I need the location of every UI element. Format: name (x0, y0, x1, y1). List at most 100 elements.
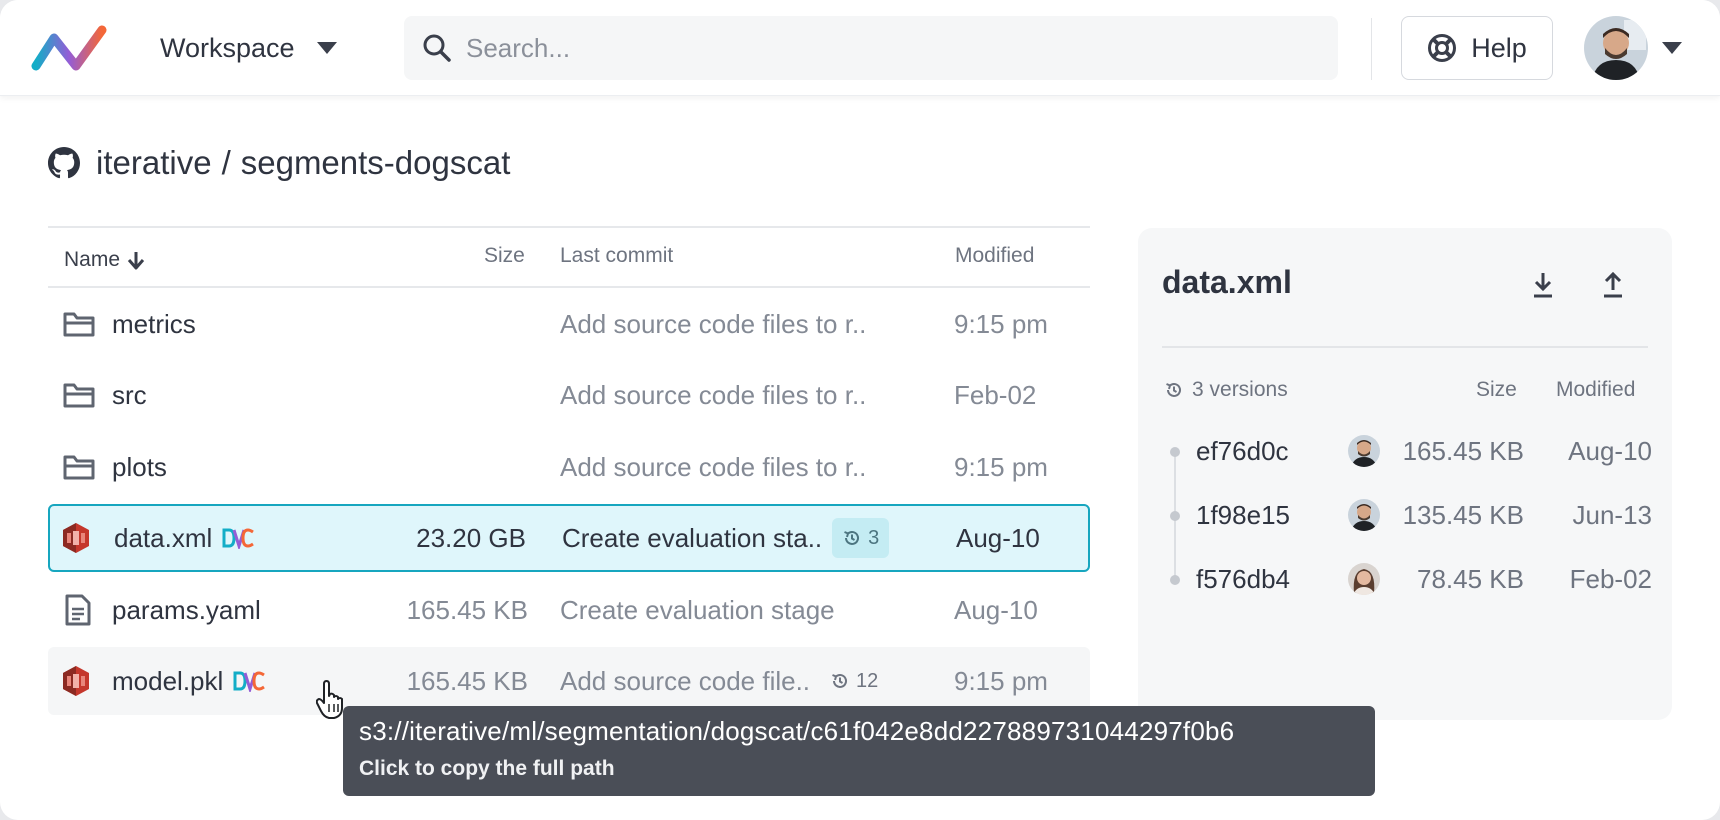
versions-label: 3 versions (1192, 378, 1288, 401)
workspace-label: Workspace (160, 32, 295, 63)
column-header-modified[interactable]: Modified (955, 244, 1034, 268)
commit-cell: Add source code file.. 12 (560, 647, 878, 715)
version-row[interactable]: 1f98e15 135.45 KB Jun-13 (1162, 494, 1652, 538)
top-header: Workspace Help (0, 0, 1720, 96)
aws-s3-icon (63, 666, 89, 696)
help-button[interactable]: Help (1401, 16, 1553, 80)
folder-icon (63, 312, 95, 337)
commit-message: Create evaluation stage (560, 594, 835, 625)
version-size: 135.45 KB (1402, 500, 1524, 530)
file-name-cell: model.pkl (112, 647, 266, 715)
file-size: 165.45 KB (406, 665, 528, 696)
version-size: 165.45 KB (1402, 436, 1524, 466)
repo-separator: / (221, 144, 231, 181)
github-icon (48, 147, 80, 179)
document-icon (65, 594, 91, 626)
version-hash[interactable]: 1f98e15 (1196, 500, 1290, 531)
app-window: Workspace Help (0, 0, 1720, 820)
versions-modified-header: Modified (1556, 378, 1636, 401)
tooltip-hint: Click to copy the full path (359, 757, 615, 780)
modified-date: 9:15 pm (954, 308, 1048, 339)
folder-icon-cell (62, 361, 96, 429)
search-bar[interactable] (404, 16, 1338, 80)
upload-icon[interactable] (1600, 270, 1626, 300)
file-details-panel: data.xml 3 versions Size Modified ef76d0… (1138, 228, 1672, 720)
repo-owner-link[interactable]: iterative (96, 144, 212, 182)
dvc-icon (233, 671, 266, 692)
versions-count: 3 (868, 526, 880, 549)
panel-divider (1162, 346, 1648, 348)
modified-date: 9:15 pm (954, 665, 1048, 696)
modified-date: 9:15 pm (954, 451, 1048, 482)
version-row[interactable]: f576db4 78.45 KB Feb-02 (1162, 558, 1652, 602)
versions-header: 3 versions (1164, 378, 1288, 402)
folder-icon-cell (62, 290, 96, 358)
download-icon[interactable] (1530, 270, 1556, 300)
file-name[interactable]: data.xml (114, 523, 212, 554)
column-header-name[interactable]: Name (64, 248, 146, 272)
commit-message: Add source code files to r.. (560, 308, 867, 339)
commit-message: Add source code files to r.. (560, 379, 867, 410)
history-icon (832, 673, 848, 688)
timeline-dot (1170, 575, 1180, 585)
commit-cell: Create evaluation sta.. 3 (562, 504, 890, 572)
iterative-logo-icon[interactable] (30, 20, 112, 76)
document-icon-cell (64, 576, 92, 644)
commit-message: Create evaluation sta.. (562, 522, 823, 553)
file-size: 165.45 KB (406, 594, 528, 625)
table-row-hover[interactable]: model.pkl 165.45 KB Add source code file… (48, 647, 1090, 715)
file-name[interactable]: metrics (112, 290, 196, 358)
author-avatar (1348, 563, 1380, 595)
help-label: Help (1471, 32, 1527, 63)
file-name[interactable]: params.yaml (112, 576, 261, 644)
hand-pointer-cursor-icon (316, 680, 343, 719)
table-row[interactable]: params.yaml 165.45 KB Create evaluation … (48, 576, 1090, 644)
file-table: Name Size Last commit Modified metrics A… (48, 226, 1090, 715)
search-input[interactable] (466, 32, 1306, 64)
user-avatar[interactable] (1584, 16, 1648, 80)
repo-name-link[interactable]: segments-dogscat (241, 144, 511, 182)
column-header-last-commit[interactable]: Last commit (560, 244, 673, 268)
modified-date: Aug-10 (954, 594, 1038, 625)
path-tooltip[interactable]: s3://iterative/ml/segmentation/dogscat/c… (343, 706, 1375, 796)
file-name-cell: data.xml (114, 504, 255, 572)
version-size: 78.45 KB (1417, 564, 1524, 594)
aws-s3-icon (63, 523, 89, 553)
version-hash[interactable]: ef76d0c (1196, 436, 1289, 467)
repo-title: iterative / segments-dogscat (48, 140, 510, 186)
table-row-selected[interactable]: data.xml 23.20 GB Create evaluation sta.… (48, 504, 1090, 572)
versions-badge[interactable]: 3 (832, 518, 890, 558)
s3-icon-cell (62, 647, 90, 715)
versions-count: 12 (856, 669, 879, 692)
version-modified: Jun-13 (1572, 500, 1653, 530)
file-name[interactable]: plots (112, 433, 167, 501)
user-menu-chevron-down-icon[interactable] (1662, 42, 1682, 54)
commit-message: Add source code files to r.. (560, 451, 867, 482)
modified-date: Feb-02 (954, 379, 1037, 410)
lifebuoy-icon (1428, 34, 1457, 62)
commit-message: Add source code file.. (560, 665, 811, 696)
version-hash[interactable]: f576db4 (1196, 564, 1290, 595)
table-row[interactable]: metrics Add source code files to r.. 9:1… (48, 290, 1090, 358)
versions-size-header: Size (1476, 378, 1517, 401)
version-row[interactable]: ef76d0c 165.45 KB Aug-10 (1162, 430, 1652, 474)
timeline-dot (1170, 447, 1180, 457)
table-header: Name Size Last commit Modified (48, 226, 1090, 288)
author-avatar (1348, 435, 1380, 467)
file-size: 23.20 GB (416, 522, 526, 553)
history-icon (844, 530, 860, 545)
file-name[interactable]: src (112, 361, 147, 429)
tooltip-path: s3://iterative/ml/segmentation/dogscat/c… (359, 716, 1235, 746)
s3-icon-cell (62, 504, 90, 572)
history-icon (1166, 382, 1181, 397)
table-row[interactable]: src Add source code files to r.. Feb-02 (48, 361, 1090, 429)
header-divider (1371, 18, 1372, 80)
file-name[interactable]: model.pkl (112, 666, 223, 697)
chevron-down-icon (316, 42, 337, 54)
table-row[interactable]: plots Add source code files to r.. 9:15 … (48, 433, 1090, 501)
versions-badge[interactable]: 12 (830, 670, 878, 693)
workspace-dropdown[interactable]: Workspace (160, 26, 337, 70)
folder-icon (63, 383, 95, 408)
dvc-icon (222, 528, 255, 549)
column-header-size[interactable]: Size (484, 244, 525, 268)
